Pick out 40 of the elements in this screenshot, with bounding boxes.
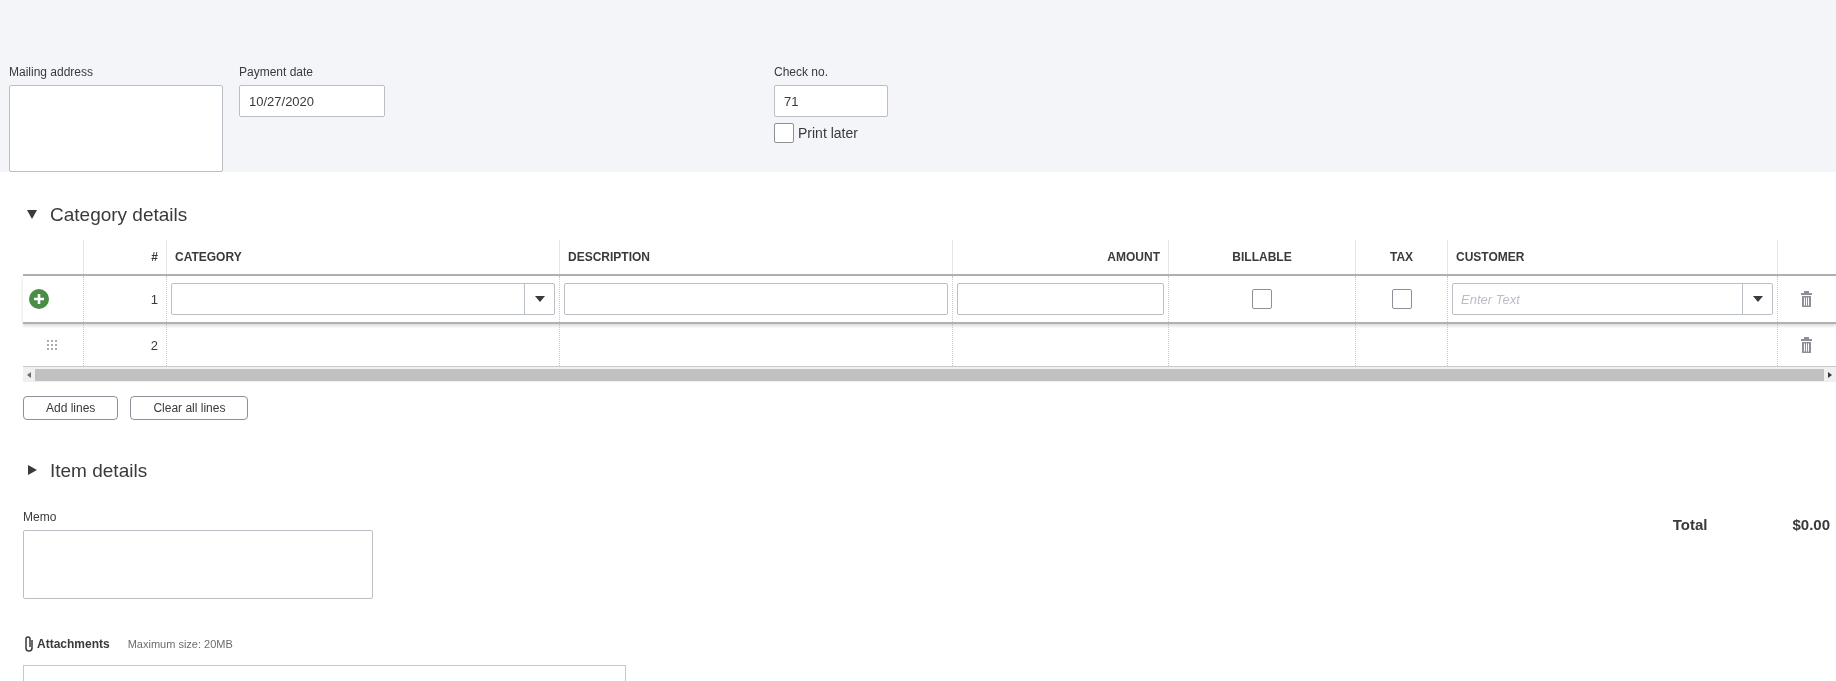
print-later-checkbox[interactable] (774, 123, 794, 143)
section-title: Item details (50, 460, 148, 482)
line-number: 1 (150, 291, 159, 307)
caret-icon (534, 296, 545, 302)
caret-icon (1752, 296, 1763, 302)
payment-date-field[interactable]: 10/27/2020 (239, 85, 385, 117)
trash-icon[interactable] (1800, 291, 1813, 307)
table-action-button[interactable]: Add lines (23, 396, 119, 420)
column-header: AMOUNT (1107, 250, 1160, 264)
mailing-address-field[interactable] (9, 85, 223, 172)
column-header: # (151, 250, 158, 264)
amount-field[interactable] (957, 283, 1164, 315)
field-label: Mailing address (9, 65, 95, 79)
column-header: TAX (1389, 250, 1414, 264)
field-label: Payment date (239, 65, 315, 79)
attachments-label: Attachments (37, 637, 110, 651)
trash-icon[interactable] (1800, 337, 1813, 353)
column-header: CATEGORY (175, 250, 242, 264)
total-label: Total (1672, 516, 1708, 535)
field-label: Check no. (774, 65, 830, 79)
size-note: Maximum size: 20MB (127, 638, 233, 650)
check-number-field[interactable]: 71 (774, 85, 888, 117)
column-header: BILLABLE (1232, 250, 1292, 264)
checkbox-label: Print later (798, 125, 858, 141)
line-number: 2 (150, 337, 159, 353)
drag-handle-icon[interactable] (47, 340, 57, 350)
tax-checkbox[interactable] (1391, 289, 1412, 309)
field-label: Memo (23, 510, 58, 524)
add-circle-icon[interactable] (29, 289, 49, 309)
total-amount: $0.00 (1792, 516, 1830, 535)
memo-field[interactable] (23, 530, 373, 599)
category-dropdown[interactable] (171, 283, 555, 315)
column-header: DESCRIPTION (568, 250, 650, 264)
paperclip-icon (23, 635, 35, 653)
horizontal-scrollbar[interactable] (23, 367, 1836, 382)
description-field[interactable] (564, 283, 948, 315)
billable-checkbox[interactable] (1252, 289, 1272, 309)
column-header: CUSTOMER (1456, 250, 1525, 264)
table-action-button[interactable]: Clear all lines (130, 396, 249, 420)
section-title: Category details (50, 204, 188, 226)
